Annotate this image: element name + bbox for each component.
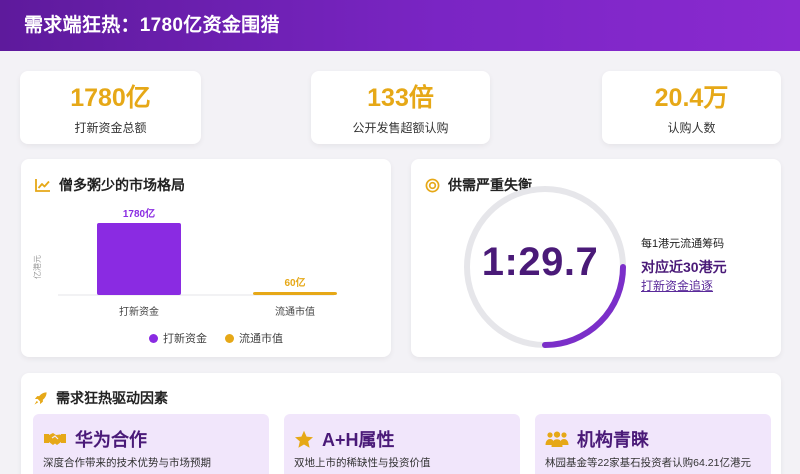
driver-card-desc: 林园基金等22家基石投资者认购64.21亿港元 [545,457,751,469]
driver-card-title-row: A+H属性 [294,426,395,452]
y-axis-label: 亿港元 [32,255,42,279]
drivers-panel-title: 需求狂热驱动因素 [56,390,168,406]
stat-card-funds: 1780亿 打新资金总额 [20,71,201,144]
driver-card-institutions: 机构青睐 林园基金等22家基石投资者认购64.21亿港元 [535,414,771,474]
users-icon [545,431,569,447]
stat-label: 打新资金总额 [74,121,147,135]
stat-value: 133倍 [367,84,434,112]
bar [97,223,181,295]
x-tick-label: 打新资金 [119,305,159,318]
legend-item-funds: 打新资金 [149,330,207,346]
legend-label: 打新资金 [163,333,207,345]
ratio-caption-3: 打新资金追逐 [641,279,714,293]
driver-card-title-row: 华为合作 [43,426,147,452]
chart-legend: 打新资金 流通市值 [21,330,391,346]
legend-item-float: 流通市值 [225,330,283,346]
page-header: 需求端狂热：1780亿资金围猎 [0,0,800,51]
legend-swatch [149,334,158,343]
stat-value: 20.4万 [654,84,729,112]
bar-data-label: 1780亿 [123,207,155,220]
ratio-caption-2: 对应近30港元 [641,259,727,275]
star-icon [295,430,313,448]
driver-card-ah: A+H属性 双地上市的稀缺性与投资价值 [284,414,520,474]
stat-label: 认购人数 [667,121,716,135]
x-tick-label: 流通市值 [275,305,315,318]
rocket-icon [34,391,47,405]
stat-card-oversubscription: 133倍 公开发售超额认购 [311,71,490,144]
bar [253,292,337,295]
market-bar-chart: 亿港元 1780亿打新资金 60亿流通市值 [32,207,337,318]
driver-card-title: 机构青睐 [577,430,649,450]
stat-card-subscribers: 20.4万 认购人数 [602,71,781,144]
driver-card-title-row: 机构青睐 [545,426,649,452]
legend-swatch [225,334,234,343]
page-title: 需求端狂热：1780亿资金围猎 [24,15,280,36]
handshake-icon [44,433,66,445]
ratio-caption-1: 每1港元流通筹码 [641,238,725,250]
drivers-panel-header: 需求狂热驱动因素 [33,388,168,408]
driver-card-title: A+H属性 [322,430,395,450]
supply-ratio: 1:29.7 [481,240,599,284]
bar-data-label: 60亿 [284,276,305,289]
driver-card-desc: 深度合作带来的技术优势与市场预期 [43,457,211,469]
driver-card-huawei: 华为合作 深度合作带来的技术优势与市场预期 [33,414,269,474]
driver-card-desc: 双地上市的稀缺性与投资价值 [294,457,431,469]
market-panel: 僧多粥少的市场格局 亿港元 1780亿 打新资金 60亿 流通市值 打新资金 流通市值 [21,159,391,357]
stat-label: 公开发售超额认购 [352,121,449,135]
driver-card-title: 华为合作 [75,430,147,450]
target-icon [425,178,440,192]
stat-value: 1780亿 [70,84,151,112]
legend-label: 流通市值 [239,333,283,345]
